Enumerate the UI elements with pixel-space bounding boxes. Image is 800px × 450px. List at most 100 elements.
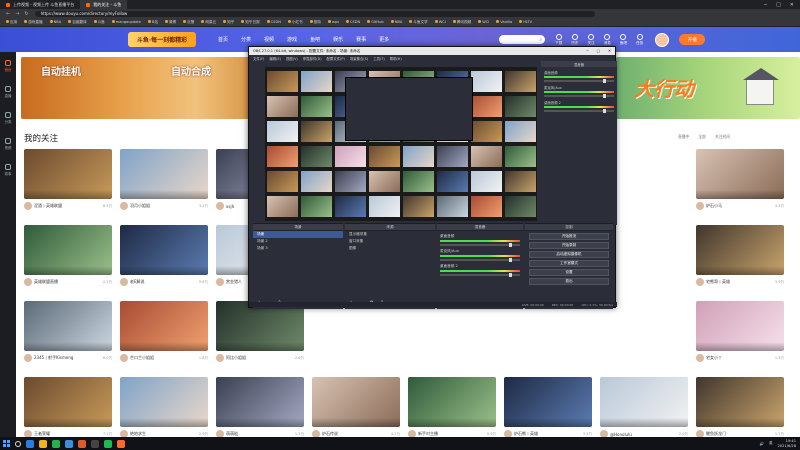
bookmark-item[interactable]: NBA xyxy=(390,20,402,24)
stream-card[interactable]: 阿比小姐姐 2.6万 xyxy=(216,301,304,362)
streamer-name[interactable]: xsjh xyxy=(226,204,234,209)
streamer-name[interactable]: 宅熊哥丨英雄 xyxy=(706,279,730,285)
site-nav-link[interactable]: 游戏 xyxy=(287,36,297,43)
sort-option[interactable]: 直播中 xyxy=(678,134,689,140)
bookmark-item[interactable]: 游戏直播 xyxy=(24,19,43,25)
bookmark-item[interactable]: Vanilla xyxy=(496,20,512,24)
streamer-name[interactable]: 芒口兰小姐姐 xyxy=(130,355,154,361)
sort-option[interactable]: 全部 xyxy=(698,134,706,140)
obs-menu-item[interactable]: 视图(V) xyxy=(286,56,298,61)
stream-thumbnail[interactable] xyxy=(408,377,496,427)
header-icon-button[interactable]: 下载 xyxy=(555,33,562,46)
stream-thumbnail[interactable] xyxy=(120,377,208,427)
start-live-button[interactable]: 开播 xyxy=(679,34,706,45)
bookmark-item[interactable]: 知乎日报 xyxy=(241,19,260,25)
site-nav-link[interactable]: 赛事 xyxy=(356,36,366,43)
streamer-avatar[interactable] xyxy=(24,354,32,362)
bookmark-item[interactable]: 推特 xyxy=(309,19,321,25)
bookmark-item[interactable]: 应用 xyxy=(6,19,17,25)
control-button[interactable]: 开始推流 xyxy=(529,233,609,240)
streamer-avatar[interactable] xyxy=(696,278,704,286)
minimize-icon[interactable]: ─ xyxy=(764,2,767,8)
site-nav-link[interactable]: 分类 xyxy=(241,36,251,43)
stream-card[interactable]: 泥酒丨英雄联盟 8.9万 xyxy=(24,149,112,210)
streamer-avatar[interactable] xyxy=(408,430,416,437)
streamer-avatar[interactable] xyxy=(120,430,128,437)
edge-icon[interactable] xyxy=(26,439,34,448)
rail-item[interactable]: 分类 xyxy=(5,112,11,124)
volume-icon[interactable]: 🔊 xyxy=(759,442,763,446)
stream-card[interactable]: 宅女小丫 1.3万 xyxy=(696,301,784,362)
reload-icon[interactable]: ↻ xyxy=(24,11,28,17)
ad-banner-right[interactable]: 大行动 xyxy=(616,57,800,119)
dock-list-item[interactable]: 场景 2 xyxy=(253,238,343,245)
ime-indicator[interactable]: 英 xyxy=(769,441,773,446)
bookmark-item[interactable]: WCI xyxy=(434,20,446,24)
back-icon[interactable]: ← xyxy=(6,11,10,17)
obs-menu-item[interactable]: 文件(F) xyxy=(253,56,264,61)
site-nav-link[interactable]: 更多 xyxy=(379,36,389,43)
stream-thumbnail[interactable] xyxy=(696,377,784,427)
header-icon-button[interactable]: 历史 xyxy=(571,33,579,46)
obs-preview[interactable] xyxy=(265,67,537,221)
minimize-icon[interactable]: ─ xyxy=(586,49,588,53)
streamer-name[interactable]: 泥酒丨英雄联盟 xyxy=(34,203,62,209)
stream-thumbnail[interactable] xyxy=(120,301,208,351)
volume-slider[interactable] xyxy=(440,243,520,247)
stream-thumbnail[interactable] xyxy=(312,377,400,427)
stream-thumbnail[interactable] xyxy=(24,377,112,427)
bookmark-item[interactable]: CSDN xyxy=(266,20,281,24)
user-avatar[interactable] xyxy=(655,32,670,47)
windows-start-icon[interactable] xyxy=(3,440,10,447)
bookmark-item[interactable]: 腾讯视频 xyxy=(452,19,471,25)
search-icon[interactable] xyxy=(15,440,21,447)
douyu-logo[interactable]: 斗鱼·每一刻都精彩 xyxy=(128,32,196,47)
stream-card[interactable]: 王者荣耀 7.1万 xyxy=(24,377,112,437)
search-icon[interactable]: ⌕ xyxy=(539,37,542,43)
bookmark-item[interactable]: 百度翻译 xyxy=(68,19,87,25)
obs-menu-item[interactable]: 编辑(E) xyxy=(269,56,281,61)
clock[interactable]: 19:41 2021/6/28 xyxy=(778,439,796,448)
stream-thumbnail[interactable] xyxy=(216,377,304,427)
bookmark-item[interactable]: 斗鱼 xyxy=(93,19,105,25)
streamer-avatar[interactable] xyxy=(312,430,320,437)
stream-thumbnail[interactable] xyxy=(696,149,784,199)
header-icon-button[interactable]: 消息 xyxy=(604,33,611,46)
streamer-name[interactable]: 老E解说 xyxy=(130,279,145,285)
sort-option[interactable]: 关注时间 xyxy=(715,134,730,140)
close-icon[interactable]: ✕ xyxy=(790,2,794,8)
bookmark-item[interactable]: wps xyxy=(327,20,339,24)
stream-thumbnail[interactable] xyxy=(696,301,784,351)
site-nav-link[interactable]: 视频 xyxy=(264,36,274,43)
maximize-icon[interactable]: □ xyxy=(776,2,781,8)
rail-item[interactable]: 视频 xyxy=(5,138,11,150)
streamer-name[interactable]: 炉石小马 xyxy=(706,203,722,209)
rail-item[interactable]: 直播 xyxy=(5,86,11,98)
stream-card[interactable]: 鲤鱼跃龙门 1.7万 xyxy=(696,377,784,437)
streamer-avatar[interactable] xyxy=(216,202,224,210)
control-button[interactable]: 退出 xyxy=(529,278,609,285)
qq-icon[interactable] xyxy=(65,439,73,448)
obs-window[interactable]: OBS 27.0.1 (64-bit, windows) - 配置文件: 未命名… xyxy=(248,46,617,309)
bookmark-item[interactable]: 网易云 xyxy=(201,19,216,25)
bookmark-item[interactable]: B站 xyxy=(147,19,158,25)
wechat-icon[interactable] xyxy=(52,439,60,448)
stream-card[interactable]: 萌萌哒 1.5万 xyxy=(216,377,304,437)
bookmark-item[interactable]: 微博 xyxy=(164,19,176,25)
stream-card[interactable]: 炉石传说 4.2万 xyxy=(312,377,400,437)
control-button[interactable]: 工作室模式 xyxy=(529,260,609,267)
obs-title-bar[interactable]: OBS 27.0.1 (64-bit, windows) - 配置文件: 未命名… xyxy=(249,47,615,55)
header-icon-button[interactable]: 关注 xyxy=(588,33,595,46)
url-input[interactable]: https://www.douyu.com/directory/myFollow xyxy=(34,10,595,17)
streamer-avatar[interactable] xyxy=(216,354,224,362)
streamer-name[interactable]: 英雄联盟直播 xyxy=(34,279,58,285)
stream-card[interactable]: @Honolulu 2.0万 xyxy=(600,377,688,437)
obs-menu-item[interactable]: 配置文件(P) xyxy=(327,56,345,61)
bookmark-item[interactable]: GitHub xyxy=(367,20,384,24)
streamer-name[interactable]: 2345丨射手Kismeng xyxy=(34,355,73,361)
dock-list-item[interactable]: 图像 xyxy=(345,245,435,252)
stream-card[interactable]: 炉石熊丨英雄 3.4万 xyxy=(504,377,592,437)
stream-thumbnail[interactable] xyxy=(120,149,208,199)
control-button[interactable]: 开始录制 xyxy=(529,242,609,249)
bookmark-item[interactable]: 小红书 xyxy=(287,19,303,25)
